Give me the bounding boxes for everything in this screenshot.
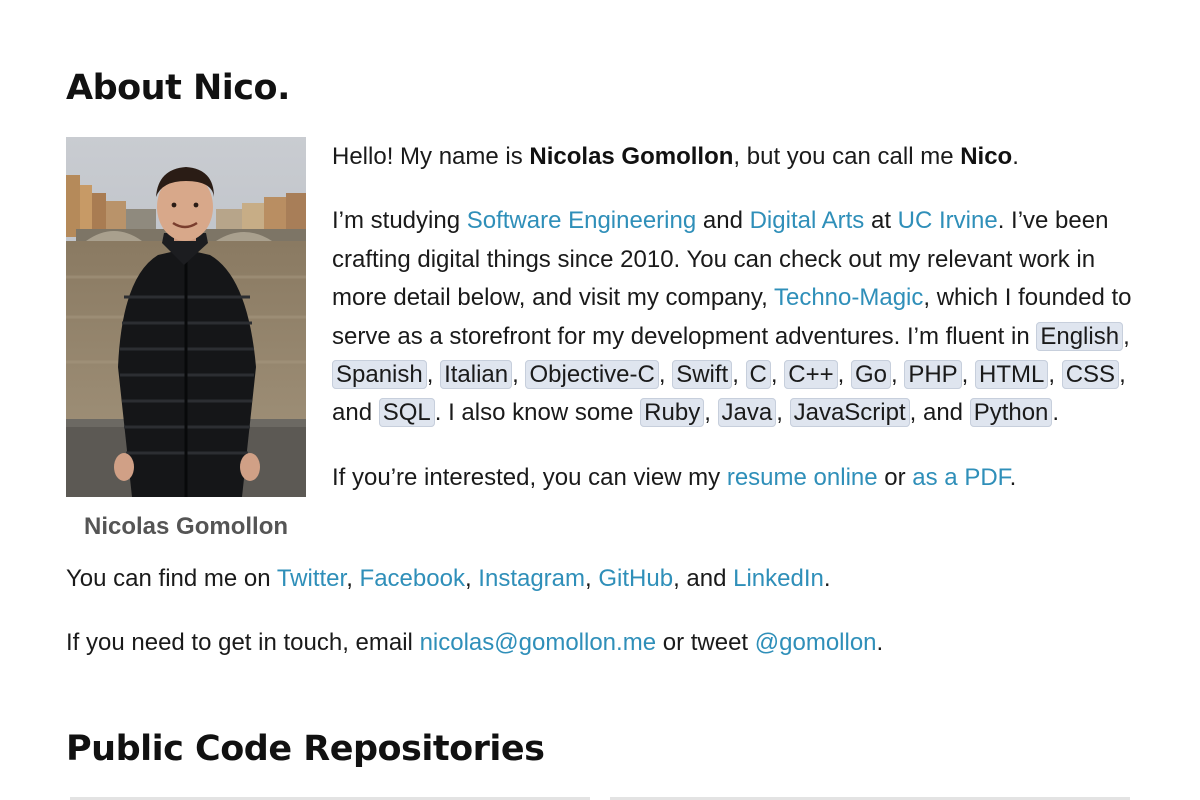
study-text: at (864, 207, 898, 235)
intro-text: Hello! My name is (332, 143, 530, 170)
resume-text: or (877, 463, 913, 491)
resume-text: If you’re interested, you can view my (332, 463, 727, 491)
language-tag: C++ (784, 360, 838, 390)
photo-caption: Nicolas Gomollon (83, 513, 289, 540)
profile-figure: Nicolas Gomollon (66, 137, 306, 544)
github-link[interactable]: GitHub (598, 565, 673, 592)
language-tag: Python (969, 398, 1053, 428)
contact-text: or tweet (656, 629, 755, 656)
bio-text: Hello! My name is Nicolas Gomollon, but … (332, 138, 1132, 497)
intro-paragraph: Hello! My name is Nicolas Gomollon, but … (332, 138, 1132, 176)
study-paragraph: I’m studying Software Engineering and Di… (332, 207, 1132, 428)
language-tag: Italian (440, 360, 513, 390)
full-name: Nicolas Gomollon (529, 143, 734, 170)
uc-irvine-link[interactable]: UC Irvine (898, 207, 998, 234)
resume-online-link[interactable]: resume online (727, 464, 878, 491)
resume-text: . (1009, 463, 1017, 491)
contact-paragraph: If you need to get in touch, email nicol… (66, 624, 1134, 662)
techno-magic-link[interactable]: Techno-Magic (774, 284, 923, 311)
repos-heading: Public Code Repositories (66, 729, 545, 769)
language-tag: JavaScript (789, 398, 910, 428)
language-tag: Java (717, 398, 777, 428)
twitter-link[interactable]: Twitter (277, 565, 346, 592)
language-tag: English (1036, 321, 1124, 351)
software-engineering-link[interactable]: Software Engineering (467, 207, 696, 234)
profile-photo (66, 137, 306, 497)
facebook-link[interactable]: Facebook (360, 565, 465, 592)
intro-text: , but you can call me (733, 143, 961, 170)
contact-text: . (876, 629, 884, 656)
twitter-handle-link[interactable]: @gomollon (755, 629, 877, 656)
instagram-link[interactable]: Instagram (478, 565, 585, 592)
language-tag: SQL (378, 398, 435, 428)
email-link[interactable]: nicolas@gomollon.me (420, 629, 656, 656)
social-text: , and (673, 565, 734, 592)
contact-text: If you need to get in touch, email (66, 629, 420, 656)
social-paragraph: You can find me on Twitter, Facebook, In… (66, 565, 831, 592)
linkedin-link[interactable]: LinkedIn (733, 565, 824, 592)
language-tag: Ruby (640, 398, 705, 428)
study-text: . I also know some (434, 399, 641, 427)
language-tag: C (745, 360, 771, 390)
language-tag: CSS (1061, 360, 1120, 390)
study-text: I’m studying (332, 207, 467, 235)
intro-text: . (1012, 143, 1019, 170)
language-tag: HTML (975, 360, 1049, 390)
resume-pdf-link[interactable]: as a PDF (912, 464, 1009, 491)
language-tag: Spanish (332, 360, 427, 390)
about-heading: About Nico. (66, 68, 290, 108)
social-text: You can find me on (66, 565, 277, 592)
resume-paragraph: If you’re interested, you can view my re… (332, 459, 1132, 497)
nickname: Nico (960, 143, 1013, 170)
language-tag: PHP (904, 360, 962, 390)
study-text: and (696, 207, 750, 235)
language-tag: Swift (672, 360, 733, 390)
social-text: . (823, 565, 831, 592)
language-tag: Objective-C (525, 360, 659, 390)
language-tag: Go (850, 360, 891, 390)
study-text: . (1052, 399, 1060, 427)
digital-arts-link[interactable]: Digital Arts (750, 207, 865, 234)
